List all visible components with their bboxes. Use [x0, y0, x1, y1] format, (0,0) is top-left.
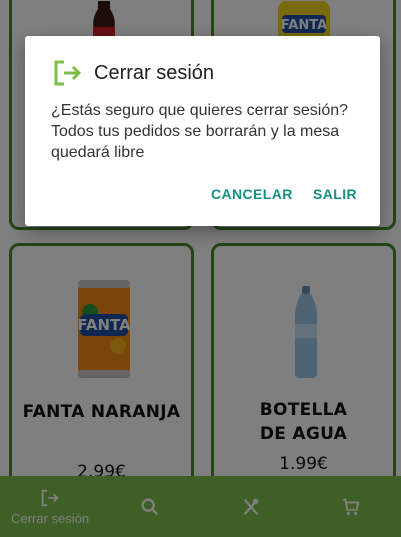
- logout-dialog: Cerrar sesión ¿Estás seguro que quieres …: [25, 36, 380, 226]
- logout-icon: [54, 60, 82, 86]
- confirm-logout-button[interactable]: SALIR: [313, 186, 357, 202]
- dialog-message: ¿Estás seguro que quieres cerrar sesión?…: [51, 102, 349, 161]
- cancel-button[interactable]: CANCELAR: [211, 186, 293, 202]
- dialog-title: Cerrar sesión: [94, 62, 215, 84]
